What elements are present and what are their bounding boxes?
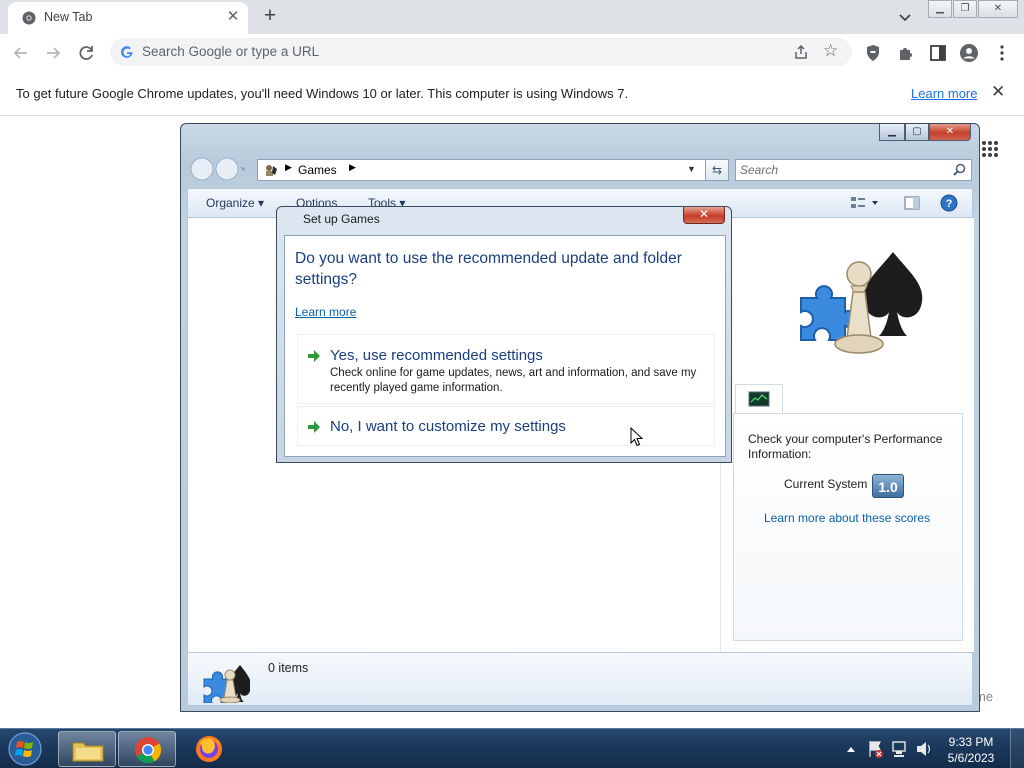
- clock-date: 5/6/2023: [947, 751, 995, 765]
- explorer-close-button[interactable]: ✕: [929, 124, 971, 141]
- profile-avatar-icon[interactable]: [958, 42, 980, 64]
- tab-search-chevron-icon[interactable]: [896, 8, 914, 26]
- green-arrow-icon: [308, 421, 320, 433]
- item-count: 0 items: [268, 661, 309, 675]
- games-small-icon: [203, 665, 250, 703]
- reload-icon[interactable]: [75, 42, 97, 64]
- firefox-icon: [196, 736, 222, 762]
- chrome-icon: [135, 737, 162, 764]
- option-customize-settings[interactable]: No, I want to customize my settings: [297, 406, 715, 446]
- infobar-close-icon[interactable]: ✕: [991, 82, 1005, 102]
- performance-tab[interactable]: [735, 384, 783, 414]
- help-icon[interactable]: ?: [940, 194, 958, 212]
- shield-extension-icon[interactable]: [862, 42, 884, 64]
- games-puzzle-chess-spade-icon: [800, 252, 923, 354]
- new-tab-button[interactable]: +: [259, 4, 281, 28]
- infobar-message: To get future Google Chrome updates, you…: [16, 86, 629, 101]
- extensions-puzzle-icon[interactable]: [895, 42, 917, 64]
- side-panel-icon[interactable]: [927, 42, 949, 64]
- experience-index-score: 1.0: [872, 474, 904, 498]
- dialog-body: Do you want to use the recommended updat…: [284, 235, 726, 457]
- performance-info-box: Check your computer's Performance Inform…: [733, 413, 963, 641]
- omnibox[interactable]: Search Google or type a URL ☆: [110, 38, 852, 66]
- file-explorer-icon: [72, 742, 104, 762]
- start-orb-icon[interactable]: [6, 731, 44, 767]
- explorer-search-placeholder: Search: [740, 163, 779, 177]
- games-folder-icon: [266, 165, 277, 176]
- change-view-icon[interactable]: [850, 195, 880, 211]
- minimize-button[interactable]: ▁: [928, 0, 952, 18]
- address-dropdown-icon[interactable]: ▼: [687, 164, 696, 174]
- option-customize-title: No, I want to customize my settings: [330, 418, 566, 435]
- network-icon[interactable]: [890, 729, 910, 768]
- back-forward-buttons-icon[interactable]: [189, 156, 245, 182]
- omnibox-placeholder: Search Google or type a URL: [142, 44, 320, 59]
- share-icon[interactable]: [792, 43, 810, 61]
- chrome-toolbar: Search Google or type a URL ☆: [0, 34, 1024, 72]
- breadcrumb-separator-icon[interactable]: ▶: [285, 162, 292, 173]
- taskbar-firefox-button[interactable]: [180, 731, 238, 767]
- preview-pane-icon[interactable]: [904, 195, 920, 211]
- windows-taskbar: 9:33 PM 5/6/2023: [0, 728, 1024, 768]
- performance-heading: Check your computer's Performance Inform…: [748, 432, 943, 461]
- restore-button[interactable]: ❐: [953, 0, 977, 18]
- show-desktop-button[interactable]: [1010, 729, 1024, 768]
- tab-title: New Tab: [44, 10, 93, 24]
- mouse-pointer-icon: [630, 427, 644, 447]
- show-hidden-icons-icon[interactable]: [844, 729, 858, 768]
- explorer-status-bar: 0 items: [187, 652, 973, 706]
- dialog-question: Do you want to use the recommended updat…: [295, 250, 682, 288]
- dialog-learn-more-link[interactable]: Learn more: [295, 305, 356, 319]
- tab-new-tab[interactable]: New Tab ✕: [8, 2, 248, 34]
- explorer-minimize-button[interactable]: ▁: [879, 124, 905, 141]
- taskbar-clock[interactable]: 9:33 PM 5/6/2023: [940, 734, 1002, 766]
- dialog-close-button[interactable]: ✕: [683, 207, 725, 224]
- svg-text:?: ?: [946, 198, 953, 210]
- bookmark-star-icon[interactable]: ☆: [823, 41, 838, 61]
- learn-more-scores-link[interactable]: Learn more about these scores: [764, 511, 930, 525]
- dialog-title: Set up Games: [303, 212, 380, 226]
- chrome-tab-strip: New Tab ✕ + ▁ ❐ ✕: [0, 0, 1024, 34]
- taskbar-explorer-button[interactable]: [58, 731, 116, 767]
- google-apps-grid-icon[interactable]: [981, 140, 999, 158]
- forward-arrow-icon[interactable]: [42, 42, 64, 64]
- breadcrumb-games[interactable]: Games: [298, 163, 337, 177]
- taskbar-chrome-button[interactable]: [118, 731, 176, 767]
- current-system-label: Current System: [784, 477, 868, 491]
- search-icon[interactable]: [953, 163, 966, 176]
- option-recommended-title: Yes, use recommended settings: [330, 347, 543, 364]
- tab-close-icon[interactable]: ✕: [224, 8, 242, 26]
- action-center-flag-icon[interactable]: [866, 729, 884, 768]
- close-window-button[interactable]: ✕: [978, 0, 1018, 18]
- organize-menu[interactable]: Organize ▾: [206, 196, 264, 210]
- organize-label: Organize: [206, 196, 255, 210]
- explorer-maximize-button[interactable]: ▢: [905, 124, 929, 141]
- breadcrumb-expand-icon[interactable]: ▶: [349, 162, 356, 173]
- explorer-search-input[interactable]: Search: [735, 159, 972, 181]
- chrome-favicon-icon: [22, 11, 36, 25]
- back-arrow-icon[interactable]: [10, 42, 32, 64]
- green-arrow-icon: [308, 350, 320, 362]
- explorer-refresh-button[interactable]: ⇆: [705, 159, 729, 181]
- explorer-address-row: ▶ Games ▶ ▼ ⇆ Search: [189, 156, 972, 182]
- google-g-icon: [121, 46, 133, 58]
- option-use-recommended[interactable]: Yes, use recommended settings Check onli…: [297, 334, 715, 404]
- explorer-address-bar[interactable]: ▶ Games ▶ ▼: [257, 159, 711, 181]
- update-infobar: To get future Google Chrome updates, you…: [0, 72, 1024, 116]
- games-details-panel: Check your computer's Performance Inform…: [720, 218, 974, 652]
- volume-speaker-icon[interactable]: [914, 729, 934, 768]
- monitor-graph-icon: [748, 391, 770, 407]
- option-recommended-description: Check online for game updates, news, art…: [330, 367, 697, 394]
- setup-games-dialog: Set up Games ✕ Do you want to use the re…: [276, 206, 732, 463]
- infobar-learn-more-link[interactable]: Learn more: [911, 86, 977, 101]
- chrome-menu-icon[interactable]: [991, 42, 1013, 64]
- clock-time: 9:33 PM: [948, 735, 994, 749]
